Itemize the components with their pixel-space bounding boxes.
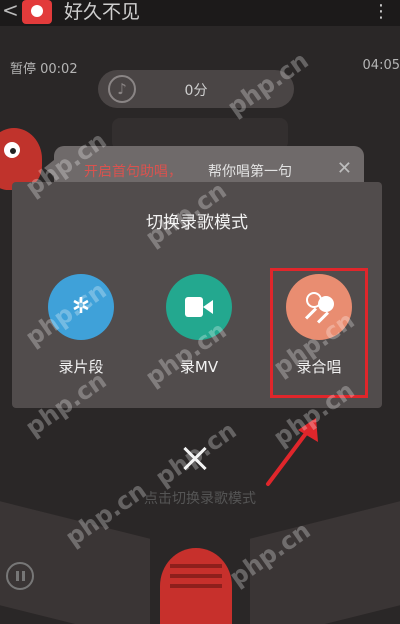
mode-circle[interactable]: [166, 274, 232, 340]
back-arrow-icon[interactable]: <: [2, 0, 19, 22]
score-value: 0分: [184, 83, 208, 99]
pause-time-label: 暂停 00:02: [10, 62, 78, 77]
top-bar: < 好久不见 ⋮: [0, 0, 400, 26]
total-time-label: 04:05: [362, 58, 400, 73]
dialog-close-icon[interactable]: [180, 444, 210, 474]
score-pill: ♪ 0分: [98, 70, 294, 108]
close-icon[interactable]: ✕: [337, 158, 352, 179]
hint-text: 开启首句助唱，: [84, 164, 182, 180]
mode-label: 录片段: [58, 358, 104, 376]
camera-icon: [185, 297, 213, 317]
dialog-title: 切换录歌模式: [146, 213, 248, 233]
hint-link[interactable]: 帮你唱第一句: [208, 161, 292, 181]
mode-option-mv[interactable]: 录MV: [154, 274, 244, 384]
mode-label: 录MV: [179, 358, 219, 376]
clip-icon: ✲: [71, 294, 91, 319]
mode-circle[interactable]: ✲: [48, 274, 114, 340]
red-arrow-icon: [266, 418, 318, 486]
record-microphone-button[interactable]: [160, 548, 232, 624]
more-vertical-icon[interactable]: ⋮: [372, 2, 390, 22]
deck-right: [250, 501, 400, 624]
pause-icon[interactable]: [6, 562, 34, 590]
song-title: 好久不见: [64, 1, 141, 23]
mode-option-clip[interactable]: ✲ 录片段: [36, 274, 126, 384]
highlight-box: [270, 268, 368, 398]
mode-switch-dialog: 切换录歌模式 ✲ 录片段 录MV 录合唱: [12, 182, 382, 408]
app-logo-icon: [22, 0, 52, 24]
mascot-bird-icon: [0, 128, 42, 190]
bottom-caption: 点击切换录歌模式: [144, 491, 256, 507]
